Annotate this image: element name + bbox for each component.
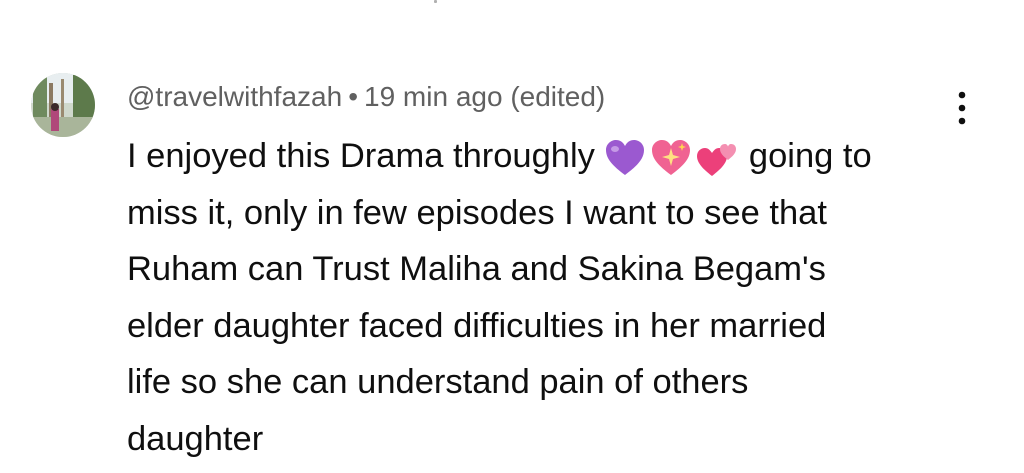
divider-mark [434, 0, 437, 3]
comment-line: Ruham can Trust Maliha and Sakina Begam'… [127, 250, 826, 288]
more-options-button[interactable] [944, 86, 980, 130]
comment-meta: @travelwithfazah • 19 min ago (edited) [127, 79, 605, 115]
comment-line: daughter [127, 419, 264, 458]
comment-timestamp: 19 min ago (edited) [364, 81, 606, 112]
comment-text: I enjoyed this Drama throughly going to m… [127, 128, 987, 467]
comment-author[interactable]: @travelwithfazah [127, 81, 342, 112]
comment-item: @travelwithfazah • 19 min ago (edited) I e… [0, 0, 1024, 473]
purple-heart-icon [603, 138, 647, 178]
comment-line: miss it, only in few episodes I want to … [127, 193, 827, 232]
two-hearts-icon [695, 138, 739, 178]
comment-line: elder daughter faced difficulties in her… [127, 306, 827, 345]
avatar[interactable] [31, 73, 95, 137]
meta-separator: • [348, 81, 358, 112]
comment-line: life so she can understand pain of other… [127, 363, 749, 401]
comment-line: I enjoyed this Drama throughly going to [127, 128, 987, 185]
sparkling-heart-icon [649, 138, 693, 178]
more-vert-icon [958, 91, 966, 125]
